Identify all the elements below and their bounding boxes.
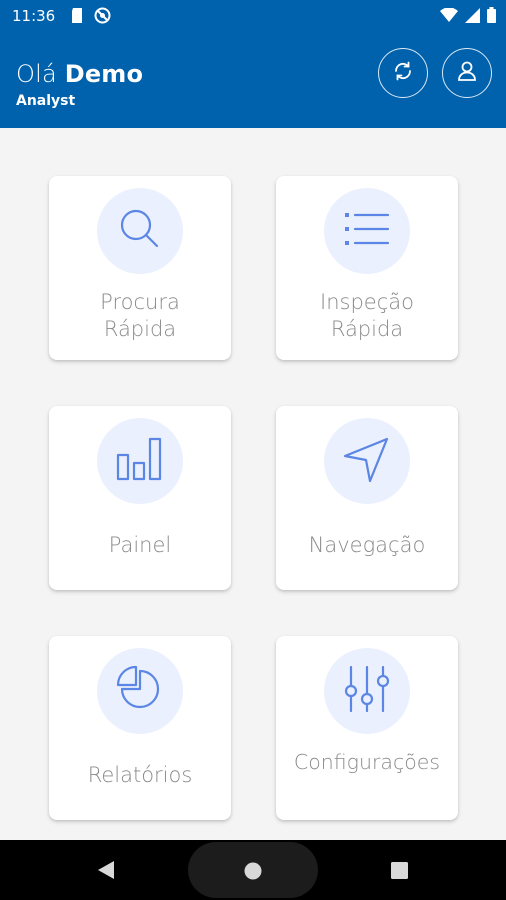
tile-icon-background [324,418,410,504]
recents-icon[interactable] [391,862,408,884]
bar-chart-icon [112,431,168,492]
search-icon [112,201,168,262]
user-role: Analyst [16,93,76,109]
no-sync-icon [94,7,111,29]
tile-label: Procura Rápida [100,290,180,341]
greeting: Olá Demo [16,60,143,88]
greeting-prefix: Olá [16,60,65,88]
tile-icon-background [97,188,183,274]
tile-label: Painel [108,533,172,557]
tile-icon-background [324,648,410,734]
pie-chart-icon [112,661,168,722]
tile-painel[interactable]: Painel [49,406,231,590]
sync-button[interactable] [378,48,428,98]
back-icon[interactable] [97,860,115,885]
tile-label: Inspeção Rápida [320,290,414,341]
tile-procura-rapida[interactable]: Procura Rápida [49,176,231,360]
navigation-arrow-icon [339,431,395,492]
signal-icon [465,7,480,28]
app-header: Olá Demo Analyst [0,32,506,128]
status-bar: 11:36 [0,0,506,32]
tile-label: Navegação [308,533,426,557]
tile-configuracoes[interactable]: Configurações [276,636,458,820]
tile-label: Relatórios [87,763,193,787]
sd-card-icon [70,7,84,29]
tile-icon-background [324,188,410,274]
user-icon [455,59,479,88]
tile-icon-background [97,648,183,734]
tile-relatorios[interactable]: Relatórios [49,636,231,820]
battery-icon [487,7,496,28]
home-icon[interactable] [244,862,262,885]
sliders-icon [339,661,395,722]
profile-button[interactable] [442,48,492,98]
status-time: 11:36 [12,7,56,25]
tile-label: Configurações [293,750,441,774]
tile-inspecao-rapida[interactable]: Inspeção Rápida [276,176,458,360]
list-icon [339,201,395,262]
user-name: Demo [64,60,144,88]
wifi-icon [440,6,458,28]
tile-navegacao[interactable]: Navegação [276,406,458,590]
menu-grid: Procura Rápida Inspeção Rápida Painel Na… [0,128,506,840]
tile-icon-background [97,418,183,504]
system-nav-bar [0,840,506,900]
sync-icon [391,59,415,88]
